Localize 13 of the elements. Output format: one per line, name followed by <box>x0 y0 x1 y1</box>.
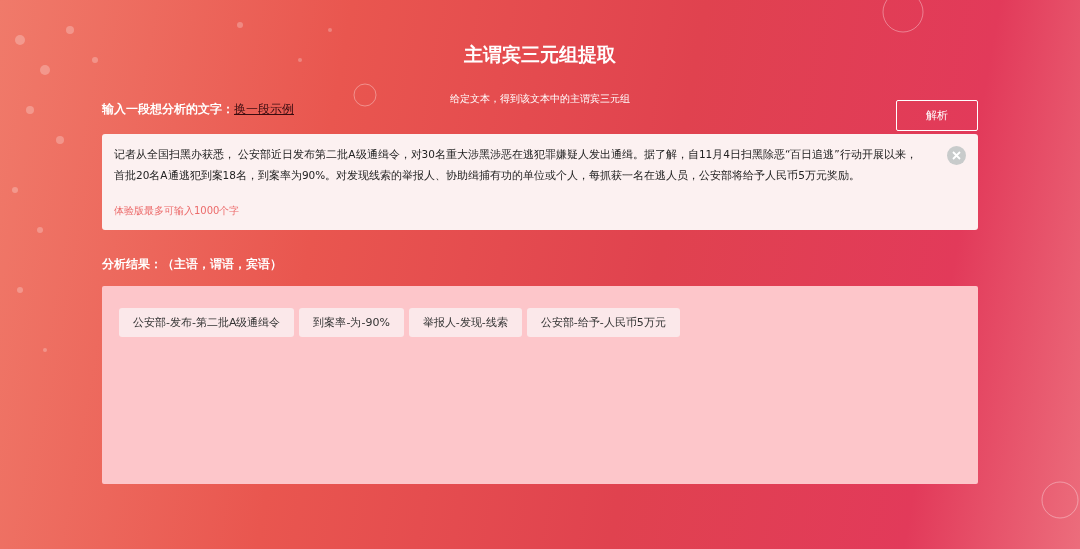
input-label: 输入一段想分析的文字： <box>102 102 234 116</box>
result-label: 分析结果：（主语，谓语，宾语） <box>102 257 283 272</box>
triple-tag: 举报人-发现-线索 <box>408 308 522 337</box>
triple-tag: 公安部-给予-人民币5万元 <box>526 308 680 337</box>
input-field[interactable]: 记者从全国扫黑办获悉， 公安部近日发布第二批A级通缉令，对30名重大涉黑涉恶在逃犯罪嫌疑人发出通缉。据了解，自11月4日扫黑除恶“百日追逃”行动开展以来，首批20名A通逃犯到案18名，到案率为90%。对发现线索的举报人、协助缉捕有功的单位或个人，每抓获一名在逃人员，公安部将给予人民币5万元奖励。 体验版最多可输入1000个字 <box>102 134 978 230</box>
limit-hint: 体验版最多可输入1000个字 <box>114 204 241 218</box>
page-title: 主谓宾三元组提取 <box>463 42 617 67</box>
example-link[interactable]: 换一段示例 <box>234 102 294 116</box>
clear-icon[interactable] <box>947 146 966 165</box>
parse-button[interactable]: 解析 <box>896 100 978 131</box>
triple-tag: 公安部-发布-第二批A级通缉令 <box>119 308 295 337</box>
triple-tag: 到案率-为-90% <box>299 308 404 337</box>
page-subtitle: 给定文本，得到该文本中的主谓宾三元组 <box>449 92 631 106</box>
